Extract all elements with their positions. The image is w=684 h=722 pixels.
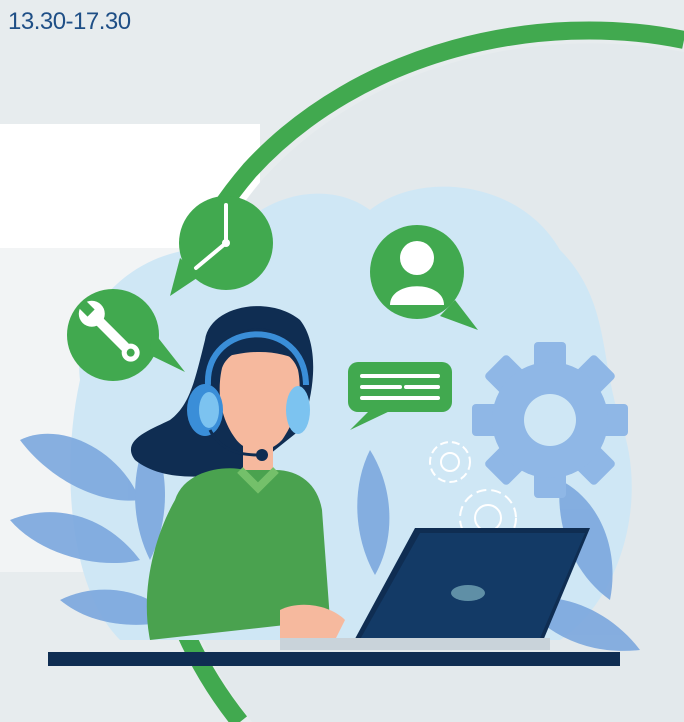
desk bbox=[48, 652, 620, 666]
gear-icon bbox=[472, 342, 628, 498]
customer-support-illustration bbox=[10, 21, 684, 722]
